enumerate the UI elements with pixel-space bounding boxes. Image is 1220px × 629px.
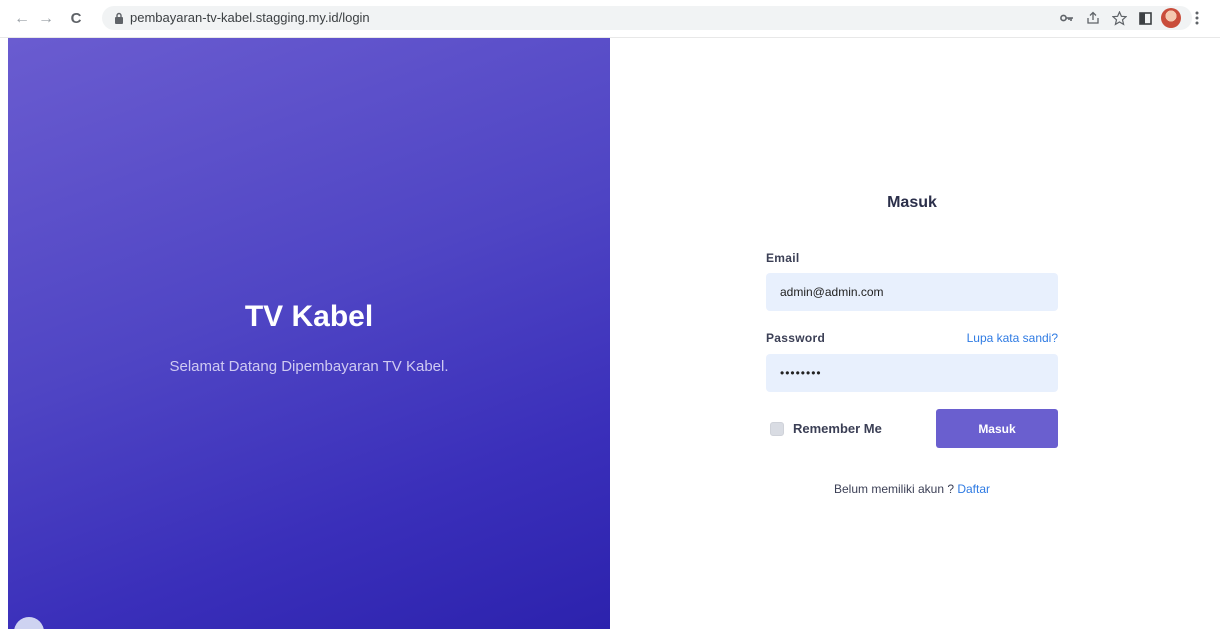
- key-icon[interactable]: [1054, 6, 1080, 30]
- hero-panel: TV Kabel Selamat Datang Dipembayaran TV …: [8, 38, 610, 629]
- url-text[interactable]: pembayaran-tv-kabel.stagging.my.id/login: [130, 10, 370, 25]
- floating-widget-icon[interactable]: [14, 617, 44, 629]
- remember-me-label[interactable]: Remember Me: [793, 421, 882, 436]
- signup-link[interactable]: Daftar: [957, 482, 990, 496]
- email-label: Email: [766, 251, 800, 265]
- signup-prompt: Belum memiliki akun ? Daftar: [766, 482, 1058, 496]
- address-bar[interactable]: pembayaran-tv-kabel.stagging.my.id/login: [102, 6, 1192, 30]
- more-menu-icon[interactable]: [1184, 6, 1210, 30]
- remember-me-row: Remember Me: [770, 421, 882, 436]
- browser-actions: [1054, 6, 1210, 30]
- star-icon[interactable]: [1106, 6, 1132, 30]
- back-arrow-icon[interactable]: ←: [12, 9, 32, 29]
- password-label: Password: [766, 331, 826, 345]
- avatar: [1161, 8, 1181, 28]
- browser-toolbar: ← → C pembayaran-tv-kabel.stagging.my.id…: [0, 0, 1220, 38]
- form-title: Masuk: [887, 194, 937, 211]
- forgot-password-link[interactable]: Lupa kata sandi?: [967, 331, 1058, 345]
- remember-me-checkbox[interactable]: [770, 421, 784, 436]
- hero-title: TV Kabel: [244, 300, 374, 333]
- hero-subtitle: Selamat Datang Dipembayaran TV Kabel.: [169, 358, 449, 375]
- share-icon[interactable]: [1080, 6, 1106, 30]
- lock-icon: [115, 12, 123, 24]
- profile-avatar-icon[interactable]: [1158, 6, 1184, 30]
- signup-prompt-text: Belum memiliki akun ?: [833, 482, 958, 496]
- side-panel-icon[interactable]: [1132, 6, 1158, 30]
- reload-icon[interactable]: C: [66, 9, 86, 29]
- forward-arrow-icon[interactable]: →: [36, 9, 56, 29]
- password-field[interactable]: ••••••••: [766, 354, 1058, 392]
- login-submit-button[interactable]: Masuk: [936, 409, 1058, 448]
- email-field[interactable]: admin@admin.com: [766, 273, 1058, 311]
